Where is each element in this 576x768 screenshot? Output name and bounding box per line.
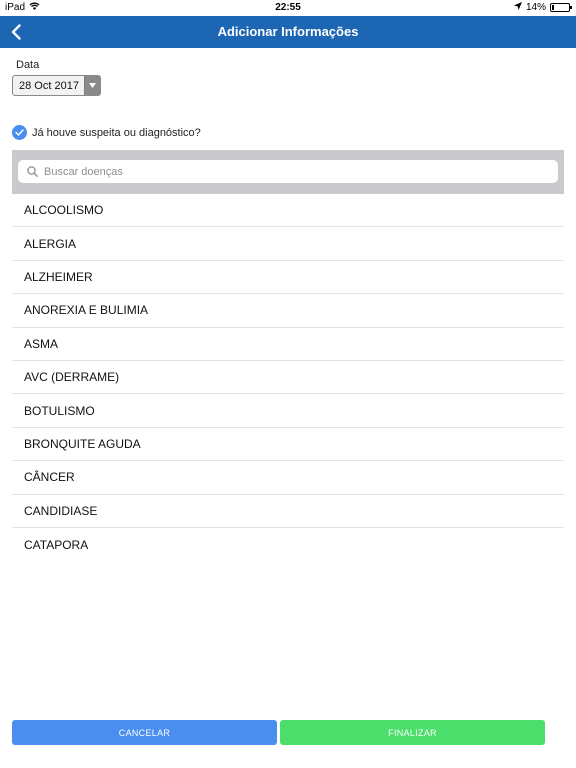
disease-list: ALCOOLISMO ALERGIA ALZHEIMER ANOREXIA E BUL…	[12, 194, 564, 561]
disease-list-item[interactable]: AVC (DERRAME)	[12, 361, 564, 395]
status-time: 22:55	[275, 2, 301, 13]
disease-list-item[interactable]: ALZHEIMER	[12, 261, 564, 295]
search-box[interactable]	[18, 160, 558, 183]
disease-list-item[interactable]: ALCOOLISMO	[12, 194, 564, 228]
disease-list-item[interactable]: CÂNCER	[12, 461, 564, 495]
suspicion-checkbox-row[interactable]: Já houve suspeita ou diagnóstico?	[12, 125, 201, 140]
dropdown-arrow-icon	[84, 76, 100, 95]
status-bar: iPad 22:55 14%	[0, 0, 576, 16]
disease-list-item[interactable]: ASMA	[12, 328, 564, 361]
disease-list-item[interactable]: BOTULISMO	[12, 394, 564, 428]
finish-button[interactable]: FINALIZAR	[280, 720, 545, 745]
disease-list-item[interactable]: BRONQUITE AGUDA	[12, 428, 564, 462]
search-bar	[12, 150, 564, 194]
disease-list-item[interactable]: CATAPORA	[12, 528, 564, 561]
cancel-button[interactable]: CANCELAR	[12, 720, 277, 745]
disease-list-item[interactable]: CANDIDIASE	[12, 495, 564, 528]
battery-level	[552, 5, 554, 10]
navigation-bar: Adicionar Informações	[0, 16, 576, 48]
disease-list-item[interactable]: ALERGIA	[12, 227, 564, 261]
battery-percent: 14%	[525, 2, 546, 13]
battery-icon	[550, 3, 572, 12]
search-input[interactable]	[44, 165, 544, 178]
suspicion-checkbox[interactable]	[12, 125, 27, 140]
date-value: 28 Oct 2017	[19, 80, 79, 92]
date-select[interactable]: 28 Oct 2017	[12, 75, 101, 96]
checkmark-icon	[15, 129, 24, 136]
date-label: Data	[16, 59, 40, 71]
search-icon	[24, 164, 40, 180]
disease-list-item[interactable]: ANOREXIA E BULIMIA	[12, 294, 564, 328]
suspicion-label: Já houve suspeita ou diagnóstico?	[32, 126, 201, 139]
page-title: Adicionar Informações	[217, 24, 359, 39]
location-arrow-icon	[513, 2, 522, 13]
status-right: 14%	[513, 2, 572, 13]
